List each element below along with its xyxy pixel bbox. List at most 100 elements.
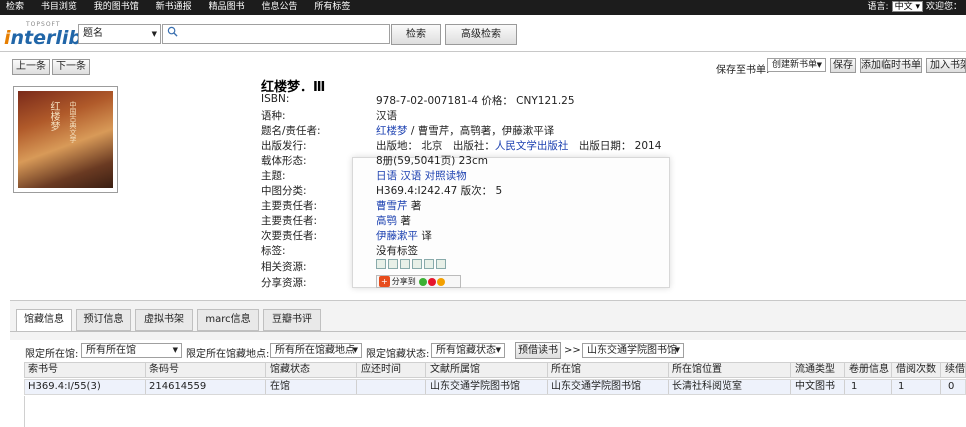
prev-record-button[interactable]: 上一条 [12,59,50,75]
search-button[interactable]: 检索 [391,24,441,45]
column-divider [425,363,426,377]
resource-icon[interactable] [376,259,386,269]
resource-icon[interactable] [436,259,446,269]
booklist-select[interactable]: 创建新书单 ▼ [767,58,826,72]
nav-announcements[interactable]: 信息公告 [261,2,297,12]
place-filter-select[interactable]: 所有所在馆藏地点 ▼ [270,343,362,358]
column-divider [145,380,146,394]
header-divider [0,51,966,52]
resource-icon[interactable] [412,259,422,269]
book-cover-image: 红楼梦 中国古典文学 [18,91,113,188]
book-cover: 红楼梦 中国古典文学 [13,86,118,193]
column-divider [844,363,845,377]
column-divider [891,363,892,377]
cell-circulation-type: 中文图书 [795,381,835,392]
nav-browse[interactable]: 书目浏览 [41,2,77,12]
add-to-shelf-button[interactable]: 加入书架 [926,58,966,73]
resource-icon[interactable] [400,259,410,269]
location-filter-select[interactable]: 所有所在馆 ▼ [81,343,182,358]
nav-new-books[interactable]: 新书通报 [156,2,192,12]
tab-virtual-shelf[interactable]: 虚拟书架 [135,309,193,331]
place-filter-label: 限定所在馆藏地点: [186,349,270,360]
translator-role: 译 [418,230,432,242]
title-link[interactable]: 红楼梦 [376,125,408,137]
nav-tags[interactable]: 所有标签 [314,2,350,12]
col-due-date: 应还时间 [361,364,401,375]
author-role: 著 [397,215,411,227]
col-owning-library: 文献所属馆 [430,364,480,375]
tab-marc[interactable]: marc信息 [197,309,259,331]
title-author-label: 题名/责任者: [261,125,321,137]
interlib-logo[interactable]: TOPSOFT interlib [4,21,82,49]
cell-renew-count: 0 [948,381,955,392]
column-divider [356,380,357,394]
translator-link[interactable]: 伊藤漱平 [376,230,418,242]
column-divider [790,380,791,394]
resource-icon[interactable] [388,259,398,269]
col-borrow-count: 借阅次数 [896,364,936,375]
author-link-caoxueqin[interactable]: 曹雪芹 [376,200,408,212]
col-call-number: 索书号 [28,364,58,375]
column-divider [790,363,791,377]
search-icon [167,26,178,37]
nav-featured[interactable]: 精品图书 [209,2,245,12]
column-divider [145,363,146,377]
col-circulation-type: 流通类型 [795,364,835,375]
publisher-link[interactable]: 人民文学出版社 [495,140,569,152]
save-button[interactable]: 保存 [830,58,856,73]
isbn-label: ISBN: [261,93,290,105]
wechat-icon[interactable] [419,277,428,286]
language-select[interactable]: 中文 ▾ [891,1,923,12]
booklist-select-value: 创建新书单 [772,60,818,70]
resource-icon[interactable] [424,259,434,269]
publication-label: 出版发行: [261,140,307,152]
status-filter-select[interactable]: 所有馆藏状态 ▼ [431,343,505,358]
column-divider [940,363,941,377]
search-input[interactable] [162,24,390,44]
qzone-icon[interactable] [437,277,446,286]
tab-holdings[interactable]: 馆藏信息 [16,309,72,332]
share-label: 分享到 [391,277,416,286]
weibo-icon[interactable] [428,277,437,286]
arrow-separator: >> [564,345,581,356]
author-link-gaoe[interactable]: 高鹗 [376,215,397,227]
reserve-button[interactable]: 预借读书 [515,342,561,359]
search-field-select[interactable]: 题名 ▼ [78,24,161,44]
advanced-search-button[interactable]: 高级检索 [445,24,517,45]
subject-label: 主题: [261,170,286,182]
language-label: 语言: [867,2,889,12]
language-field-value: 汉语 [376,110,397,122]
column-divider [265,380,266,394]
col-volume: 卷册信息 [849,364,889,375]
secondary-author-label: 次要责任者: [261,230,318,242]
related-resources-icons [376,258,448,270]
next-record-button[interactable]: 下一条 [52,59,90,75]
library-select[interactable]: 山东交通学院图书馆 ▼ [582,343,684,358]
tags-value: 没有标签 [376,245,418,257]
column-divider [356,363,357,377]
chevron-down-icon: ▼ [352,346,358,354]
column-divider [668,363,669,377]
add-temp-list-button[interactable]: 添加临时书单 [860,58,922,73]
holdings-table-header: 索书号 条码号 馆藏状态 应还时间 文献所属馆 所在馆 所在馆位置 流通类型 卷… [24,362,966,378]
status-filter-label: 限定馆藏状态: [366,349,430,360]
title-author-text: / 曹雪芹，高鹗著，伊藤漱平译 [407,125,555,137]
tags-label: 标签: [261,245,286,257]
location-filter-value: 所有所在馆 [86,345,136,356]
table-row[interactable]: H369.4:I/55(3) 214614559 在馆 山东交通学院图书馆 山东… [24,379,966,395]
classification-value: H369.4:I242.47 版次： 5 [376,185,503,197]
language-value: 中文 [894,2,913,12]
col-renew: 续借 [945,364,965,375]
col-status: 馆藏状态 [270,364,310,375]
share-widget[interactable]: + 分享到 [376,275,461,288]
tab-reservation[interactable]: 预订信息 [76,309,131,331]
publication-date: 出版日期： 2014 [568,140,662,152]
subject-link[interactable]: 日语 汉语 对照读物 [376,170,467,182]
main-author-2-label: 主要责任者: [261,215,318,227]
nav-search[interactable]: 检索 [6,2,24,12]
isbn-value: 978-7-02-007181-4 价格： CNY121.25 [376,95,575,107]
nav-my-library[interactable]: 我的图书馆 [94,2,139,12]
classification-label: 中图分类: [261,185,307,197]
tab-douban[interactable]: 豆瓣书评 [263,309,321,331]
column-divider [547,380,548,394]
